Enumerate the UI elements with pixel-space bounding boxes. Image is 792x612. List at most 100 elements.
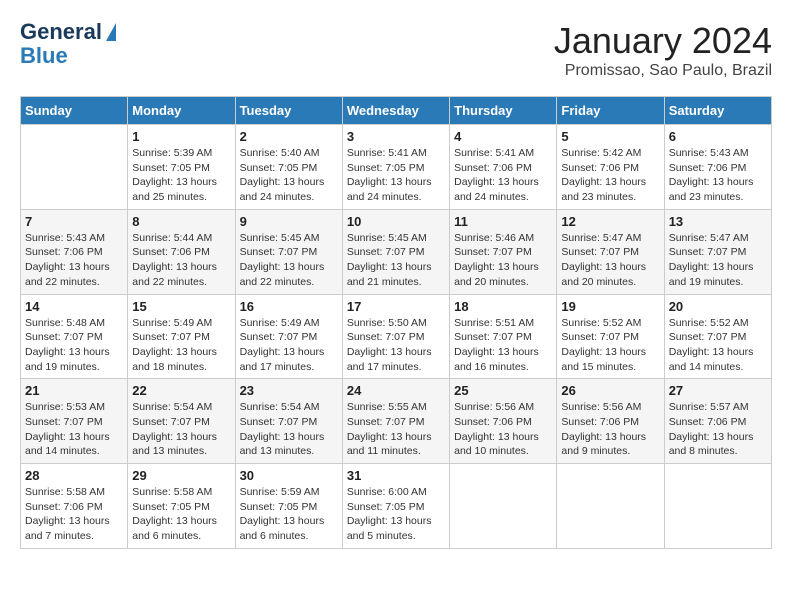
page-header: General Blue January 2024 Promissao, Sao… xyxy=(20,20,772,80)
calendar-week-2: 7 Sunrise: 5:43 AM Sunset: 7:06 PM Daylig… xyxy=(21,209,772,294)
calendar-cell: 4 Sunrise: 5:41 AM Sunset: 7:06 PM Daylig… xyxy=(450,125,557,210)
calendar-cell: 14 Sunrise: 5:48 AM Sunset: 7:07 PM Dayli… xyxy=(21,294,128,379)
calendar-cell: 10 Sunrise: 5:45 AM Sunset: 7:07 PM Dayli… xyxy=(342,209,449,294)
day-number: 11 xyxy=(454,214,552,229)
day-number: 3 xyxy=(347,129,445,144)
calendar-cell: 24Sunrise: 5:55 AM Sunset: 7:07 PM Dayli… xyxy=(342,379,449,464)
calendar-cell: 17Sunrise: 5:50 AM Sunset: 7:07 PM Dayli… xyxy=(342,294,449,379)
calendar-cell xyxy=(664,464,771,549)
day-info: Sunrise: 5:50 AM Sunset: 7:07 PM Dayligh… xyxy=(347,316,445,375)
calendar-cell: 1 Sunrise: 5:39 AM Sunset: 7:05 PM Daylig… xyxy=(128,125,235,210)
logo-general-text: General xyxy=(20,20,102,44)
day-number: 4 xyxy=(454,129,552,144)
day-number: 14 xyxy=(25,299,123,314)
day-number: 30 xyxy=(240,468,338,483)
calendar-cell: 20 Sunrise: 5:52 AM Sunset: 7:07 PM Dayli… xyxy=(664,294,771,379)
calendar-cell xyxy=(557,464,664,549)
calendar-cell: 11 Sunrise: 5:46 AM Sunset: 7:07 PM Dayli… xyxy=(450,209,557,294)
day-info: Sunrise: 5:58 AM Sunset: 7:06 PM Dayligh… xyxy=(25,485,123,544)
day-number: 5 xyxy=(561,129,659,144)
calendar-week-4: 21 Sunrise: 5:53 AM Sunset: 7:07 PM Dayli… xyxy=(21,379,772,464)
calendar-cell xyxy=(21,125,128,210)
day-info: Sunrise: 5:44 AM Sunset: 7:06 PM Dayligh… xyxy=(132,231,230,290)
calendar-cell: 19 Sunrise: 5:52 AM Sunset: 7:07 PM Dayli… xyxy=(557,294,664,379)
day-info: Sunrise: 5:52 AM Sunset: 7:07 PM Dayligh… xyxy=(561,316,659,375)
calendar-cell: 25 Sunrise: 5:56 AM Sunset: 7:06 PM Dayli… xyxy=(450,379,557,464)
day-number: 23 xyxy=(240,383,338,398)
day-number: 15 xyxy=(132,299,230,314)
calendar-week-1: 1 Sunrise: 5:39 AM Sunset: 7:05 PM Daylig… xyxy=(21,125,772,210)
calendar-title: January 2024 xyxy=(554,20,772,62)
calendar-cell: 16Sunrise: 5:49 AM Sunset: 7:07 PM Dayli… xyxy=(235,294,342,379)
calendar-cell: 8 Sunrise: 5:44 AM Sunset: 7:06 PM Daylig… xyxy=(128,209,235,294)
calendar-cell: 22 Sunrise: 5:54 AM Sunset: 7:07 PM Dayli… xyxy=(128,379,235,464)
calendar-table: SundayMondayTuesdayWednesdayThursdayFrid… xyxy=(20,96,772,549)
day-info: Sunrise: 5:56 AM Sunset: 7:06 PM Dayligh… xyxy=(561,400,659,459)
day-info: Sunrise: 5:48 AM Sunset: 7:07 PM Dayligh… xyxy=(25,316,123,375)
calendar-week-3: 14 Sunrise: 5:48 AM Sunset: 7:07 PM Dayli… xyxy=(21,294,772,379)
weekday-header-monday: Monday xyxy=(128,97,235,125)
calendar-cell: 15Sunrise: 5:49 AM Sunset: 7:07 PM Dayli… xyxy=(128,294,235,379)
day-number: 10 xyxy=(347,214,445,229)
logo: General Blue xyxy=(20,20,116,68)
day-number: 22 xyxy=(132,383,230,398)
day-info: Sunrise: 5:52 AM Sunset: 7:07 PM Dayligh… xyxy=(669,316,767,375)
weekday-header-saturday: Saturday xyxy=(664,97,771,125)
title-block: January 2024 Promissao, Sao Paulo, Brazi… xyxy=(554,20,772,80)
weekday-header-tuesday: Tuesday xyxy=(235,97,342,125)
day-info: Sunrise: 5:45 AM Sunset: 7:07 PM Dayligh… xyxy=(347,231,445,290)
calendar-cell: 27Sunrise: 5:57 AM Sunset: 7:06 PM Dayli… xyxy=(664,379,771,464)
day-number: 18 xyxy=(454,299,552,314)
weekday-header-thursday: Thursday xyxy=(450,97,557,125)
calendar-cell: 7 Sunrise: 5:43 AM Sunset: 7:06 PM Daylig… xyxy=(21,209,128,294)
calendar-cell: 12 Sunrise: 5:47 AM Sunset: 7:07 PM Dayli… xyxy=(557,209,664,294)
day-number: 27 xyxy=(669,383,767,398)
calendar-cell: 18 Sunrise: 5:51 AM Sunset: 7:07 PM Dayli… xyxy=(450,294,557,379)
day-number: 21 xyxy=(25,383,123,398)
day-info: Sunrise: 5:51 AM Sunset: 7:07 PM Dayligh… xyxy=(454,316,552,375)
day-info: Sunrise: 5:42 AM Sunset: 7:06 PM Dayligh… xyxy=(561,146,659,205)
day-info: Sunrise: 5:41 AM Sunset: 7:06 PM Dayligh… xyxy=(454,146,552,205)
calendar-cell: 5 Sunrise: 5:42 AM Sunset: 7:06 PM Daylig… xyxy=(557,125,664,210)
day-number: 7 xyxy=(25,214,123,229)
day-number: 6 xyxy=(669,129,767,144)
weekday-header-sunday: Sunday xyxy=(21,97,128,125)
logo-blue-text: Blue xyxy=(20,44,116,68)
day-info: Sunrise: 5:47 AM Sunset: 7:07 PM Dayligh… xyxy=(561,231,659,290)
calendar-cell: 30 Sunrise: 5:59 AM Sunset: 7:05 PM Dayli… xyxy=(235,464,342,549)
day-info: Sunrise: 5:56 AM Sunset: 7:06 PM Dayligh… xyxy=(454,400,552,459)
calendar-cell: 28 Sunrise: 5:58 AM Sunset: 7:06 PM Dayli… xyxy=(21,464,128,549)
weekday-header-row: SundayMondayTuesdayWednesdayThursdayFrid… xyxy=(21,97,772,125)
day-info: Sunrise: 5:46 AM Sunset: 7:07 PM Dayligh… xyxy=(454,231,552,290)
day-info: Sunrise: 5:55 AM Sunset: 7:07 PM Dayligh… xyxy=(347,400,445,459)
day-info: Sunrise: 5:59 AM Sunset: 7:05 PM Dayligh… xyxy=(240,485,338,544)
calendar-cell: 29Sunrise: 5:58 AM Sunset: 7:05 PM Dayli… xyxy=(128,464,235,549)
day-number: 1 xyxy=(132,129,230,144)
calendar-cell: 9 Sunrise: 5:45 AM Sunset: 7:07 PM Daylig… xyxy=(235,209,342,294)
calendar-week-5: 28 Sunrise: 5:58 AM Sunset: 7:06 PM Dayli… xyxy=(21,464,772,549)
day-info: Sunrise: 5:49 AM Sunset: 7:07 PM Dayligh… xyxy=(240,316,338,375)
day-info: Sunrise: 5:40 AM Sunset: 7:05 PM Dayligh… xyxy=(240,146,338,205)
day-info: Sunrise: 5:54 AM Sunset: 7:07 PM Dayligh… xyxy=(132,400,230,459)
day-info: Sunrise: 5:53 AM Sunset: 7:07 PM Dayligh… xyxy=(25,400,123,459)
day-number: 20 xyxy=(669,299,767,314)
day-number: 19 xyxy=(561,299,659,314)
day-info: Sunrise: 5:43 AM Sunset: 7:06 PM Dayligh… xyxy=(669,146,767,205)
weekday-header-wednesday: Wednesday xyxy=(342,97,449,125)
calendar-cell xyxy=(450,464,557,549)
day-info: Sunrise: 5:45 AM Sunset: 7:07 PM Dayligh… xyxy=(240,231,338,290)
day-info: Sunrise: 5:39 AM Sunset: 7:05 PM Dayligh… xyxy=(132,146,230,205)
day-number: 2 xyxy=(240,129,338,144)
day-number: 9 xyxy=(240,214,338,229)
day-number: 28 xyxy=(25,468,123,483)
day-number: 25 xyxy=(454,383,552,398)
day-number: 12 xyxy=(561,214,659,229)
day-number: 13 xyxy=(669,214,767,229)
calendar-subtitle: Promissao, Sao Paulo, Brazil xyxy=(554,62,772,80)
day-info: Sunrise: 5:41 AM Sunset: 7:05 PM Dayligh… xyxy=(347,146,445,205)
calendar-cell: 23 Sunrise: 5:54 AM Sunset: 7:07 PM Dayli… xyxy=(235,379,342,464)
day-info: Sunrise: 5:54 AM Sunset: 7:07 PM Dayligh… xyxy=(240,400,338,459)
day-number: 31 xyxy=(347,468,445,483)
day-number: 8 xyxy=(132,214,230,229)
day-info: Sunrise: 5:43 AM Sunset: 7:06 PM Dayligh… xyxy=(25,231,123,290)
